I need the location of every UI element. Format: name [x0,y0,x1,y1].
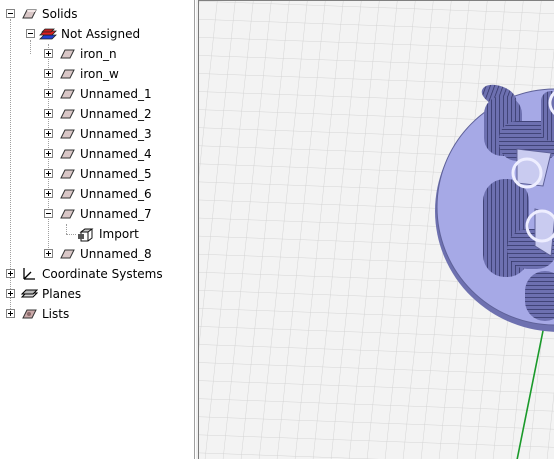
tree-node-label: Planes [42,287,82,301]
tree-node-label: Unnamed_2 [80,107,152,121]
solid-box-icon [58,186,76,202]
tree-node-label: iron_n [80,47,117,61]
tree-node-iron-w[interactable]: iron_w [0,64,194,84]
solid-box-icon [58,126,76,142]
expand-toggle[interactable] [44,89,53,98]
tree-node-not-assigned[interactable]: Not Assigned [0,24,194,44]
expand-toggle[interactable] [44,169,53,178]
import-icon [77,226,95,242]
tree-node-unnamed-6[interactable]: Unnamed_6 [0,184,194,204]
expand-toggle[interactable] [44,69,53,78]
tree-node-unnamed-5[interactable]: Unnamed_5 [0,164,194,184]
tree-node-solids[interactable]: Solids [0,4,194,24]
tree-node-coordinate-systems[interactable]: Coordinate Systems [0,264,194,284]
tree-node-planes[interactable]: Planes [0,284,194,304]
tree-node-label: Unnamed_3 [80,127,152,141]
planes-icon [20,286,38,302]
tree-node-iron-n[interactable]: iron_n [0,44,194,64]
tree-node-label: Unnamed_5 [80,167,152,181]
expand-toggle[interactable] [44,249,53,258]
tree-node-label: Not Assigned [61,27,141,41]
tree-node-label: Solids [42,7,78,21]
tree-node-unnamed-4[interactable]: Unnamed_4 [0,144,194,164]
tree-node-label: Unnamed_6 [80,187,152,201]
solid-box-icon [58,66,76,82]
solid-box-icon [58,246,76,262]
tree-node-label: Unnamed_8 [80,247,152,261]
tree-node-label: iron_w [80,67,119,81]
tree-node-label: Import [99,227,139,241]
expand-toggle[interactable] [44,109,53,118]
expand-toggle[interactable] [44,129,53,138]
tree-node-unnamed-8[interactable]: Unnamed_8 [0,244,194,264]
tree-node-label: Lists [42,307,70,321]
tree-node-label: Unnamed_1 [80,87,152,101]
viewport-canvas [199,1,554,459]
solid-box-icon [58,166,76,182]
tree-node-label: Unnamed_4 [80,147,152,161]
expand-toggle[interactable] [44,149,53,158]
solid-box-icon [58,146,76,162]
solid-box-icon [58,106,76,122]
tree-node-unnamed-7[interactable]: Unnamed_7 [0,204,194,224]
tree-node-unnamed-3[interactable]: Unnamed_3 [0,124,194,144]
collapse-toggle[interactable] [6,9,15,18]
material-stack-icon [38,26,57,42]
3d-viewport[interactable] [199,0,554,459]
collapse-toggle[interactable] [26,29,35,38]
solid-box-icon [58,86,76,102]
tree-node-import[interactable]: Import [0,224,194,244]
solid-box-icon [20,6,38,22]
expand-toggle[interactable] [6,269,15,278]
list-icon [20,306,38,322]
tree-node-unnamed-1[interactable]: Unnamed_1 [0,84,194,104]
solid-box-icon [58,46,76,62]
tree-node-unnamed-2[interactable]: Unnamed_2 [0,104,194,124]
tree-node-label: Unnamed_7 [80,207,152,221]
axes-icon [20,266,38,282]
expand-toggle[interactable] [44,189,53,198]
collapse-toggle[interactable] [44,209,53,218]
tree-node-label: Coordinate Systems [42,267,163,281]
expand-toggle[interactable] [6,289,15,298]
model-tree-panel: Solids Not Assigned iron_n iron_w Unname… [0,0,195,459]
solid-box-icon [58,206,76,222]
expand-toggle[interactable] [44,49,53,58]
expand-toggle[interactable] [6,309,15,318]
tree-node-lists[interactable]: Lists [0,304,194,324]
